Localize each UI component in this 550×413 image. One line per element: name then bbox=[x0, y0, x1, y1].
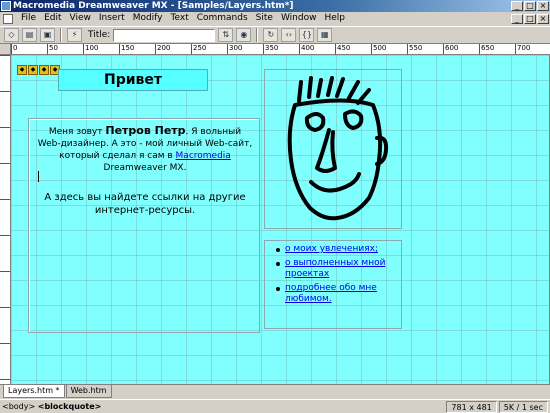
ruler-corner[interactable] bbox=[0, 44, 11, 54]
toolbar-separator bbox=[60, 28, 62, 42]
links-intro-paragraph: А здесь вы найдете ссылки на другие инте… bbox=[44, 192, 246, 216]
doc-minimize-button[interactable]: _ bbox=[511, 14, 523, 24]
menu-bar: File Edit View Insert Modify Text Comman… bbox=[0, 12, 550, 25]
tab-web[interactable]: Web.htm bbox=[65, 385, 112, 398]
face-drawing-image bbox=[287, 76, 389, 221]
ruler-label: 250 bbox=[193, 44, 207, 52]
ruler-label: 0 bbox=[13, 44, 18, 52]
minimize-button[interactable]: _ bbox=[511, 1, 523, 11]
macromedia-link[interactable]: Macromedia bbox=[176, 151, 231, 161]
maximize-button[interactable]: □ bbox=[524, 1, 536, 11]
links-layer[interactable]: о моих увлечениях; о выполненных мной пр… bbox=[264, 240, 402, 329]
tab-layers[interactable]: Layers.htm * bbox=[3, 385, 65, 398]
menu-window[interactable]: Window bbox=[277, 12, 321, 25]
close-button[interactable]: × bbox=[537, 1, 549, 11]
layer-marker-icon[interactable]: ◆ bbox=[17, 65, 27, 75]
hobbies-link[interactable]: о моих увлечениях; bbox=[285, 244, 378, 254]
vertical-ruler bbox=[0, 55, 11, 384]
header-layer[interactable]: Привет bbox=[58, 69, 208, 91]
ruler-label: 350 bbox=[265, 44, 279, 52]
download-stats: 5K / 1 sec bbox=[498, 401, 548, 413]
ruler-label: 150 bbox=[121, 44, 135, 52]
menu-site[interactable]: Site bbox=[252, 12, 277, 25]
author-name: Петров Петр bbox=[105, 124, 186, 137]
intro-text-pre: Меня зовут bbox=[48, 127, 106, 137]
code-navigation-icon[interactable]: {} bbox=[299, 28, 315, 42]
list-item: о моих увлечениях; bbox=[275, 244, 399, 255]
ruler-label: 550 bbox=[409, 44, 423, 52]
intro-paragraph: Меня зовут Петров Петр. Я вольный Web-ди… bbox=[37, 125, 253, 174]
title-label: Title: bbox=[88, 30, 111, 40]
ruler-label: 450 bbox=[337, 44, 351, 52]
document-icon[interactable] bbox=[3, 13, 13, 24]
document-tabs: Layers.htm * Web.htm bbox=[0, 384, 550, 399]
ruler-label: 200 bbox=[157, 44, 171, 52]
ruler-label: 650 bbox=[481, 44, 495, 52]
ruler-label: 50 bbox=[49, 44, 58, 52]
reference-icon[interactable]: ‹› bbox=[281, 28, 297, 42]
split-view-icon[interactable]: ▤ bbox=[22, 28, 37, 42]
menu-modify[interactable]: Modify bbox=[129, 12, 167, 25]
face-image-layer[interactable] bbox=[264, 69, 402, 229]
menu-view[interactable]: View bbox=[66, 12, 95, 25]
live-data-icon[interactable]: ⚡ bbox=[67, 28, 82, 42]
menu-file[interactable]: File bbox=[17, 12, 40, 25]
ruler-label: 100 bbox=[85, 44, 99, 52]
title-bar: Macromedia Dreamweaver MX - [Samples/Lay… bbox=[0, 0, 550, 12]
list-item: подробнее обо мне любимом. bbox=[275, 283, 399, 305]
menu-insert[interactable]: Insert bbox=[95, 12, 129, 25]
preview-browser-icon[interactable]: ◉ bbox=[236, 28, 252, 42]
doc-close-button[interactable]: × bbox=[537, 14, 549, 24]
menu-help[interactable]: Help bbox=[320, 12, 349, 25]
menu-edit[interactable]: Edit bbox=[40, 12, 65, 25]
text-cursor bbox=[38, 171, 39, 182]
title-input[interactable] bbox=[113, 28, 216, 42]
menu-commands[interactable]: Commands bbox=[193, 12, 252, 25]
code-view-icon[interactable]: ◇ bbox=[4, 28, 19, 42]
tag-blockquote[interactable]: <blockquote> bbox=[38, 402, 102, 411]
dreamweaver-app-icon[interactable] bbox=[1, 1, 11, 11]
doc-restore-button[interactable]: □ bbox=[524, 14, 536, 24]
ruler-label: 700 bbox=[517, 44, 531, 52]
links-list: о моих увлечениях; о выполненных мной пр… bbox=[275, 244, 399, 308]
design-view-icon[interactable]: ▣ bbox=[40, 28, 55, 42]
horizontal-ruler: 0 50 100 150 200 250 300 350 400 450 500… bbox=[0, 44, 550, 55]
about-me-link[interactable]: подробнее обо мне любимом. bbox=[285, 283, 377, 304]
page-heading: Привет bbox=[103, 72, 163, 88]
view-options-icon[interactable]: ▦ bbox=[317, 28, 333, 42]
ruler-label: 600 bbox=[445, 44, 459, 52]
status-bar: <body> <blockquote> 781 x 481 5K / 1 sec bbox=[0, 399, 550, 413]
projects-link[interactable]: о выполненных мной проектах bbox=[285, 258, 385, 279]
file-management-icon[interactable]: ⇅ bbox=[218, 28, 234, 42]
layer-markers: ◆ ◆ ◆ ◆ bbox=[17, 65, 60, 75]
document-toolbar: ◇ ▤ ▣ ⚡ Title: ⇅ ◉ ↻ ‹› {} ▦ bbox=[0, 26, 550, 44]
window-title: Macromedia Dreamweaver MX - [Samples/Lay… bbox=[13, 1, 294, 11]
ruler-label: 400 bbox=[301, 44, 315, 52]
toolbar-separator bbox=[256, 28, 259, 42]
refresh-icon[interactable]: ↻ bbox=[263, 28, 279, 42]
list-item: о выполненных мной проектах bbox=[275, 258, 399, 280]
layer-marker-icon[interactable]: ◆ bbox=[39, 65, 49, 75]
window-size-selector[interactable]: 781 x 481 bbox=[446, 401, 497, 413]
intro-layer[interactable]: Меня зовут Петров Петр. Я вольный Web-ди… bbox=[28, 118, 260, 333]
ruler-label: 500 bbox=[373, 44, 387, 52]
ruler-label: 300 bbox=[229, 44, 243, 52]
layer-marker-icon[interactable]: ◆ bbox=[28, 65, 38, 75]
tag-selector: <body> <blockquote> bbox=[2, 402, 101, 411]
menu-text[interactable]: Text bbox=[167, 12, 193, 25]
tag-body[interactable]: <body> bbox=[2, 402, 35, 411]
design-canvas[interactable]: ◆ ◆ ◆ ◆ Привет Меня зовут Петров Петр. Я… bbox=[11, 55, 550, 384]
intro-text-post: Dreamweaver MX. bbox=[103, 163, 187, 173]
